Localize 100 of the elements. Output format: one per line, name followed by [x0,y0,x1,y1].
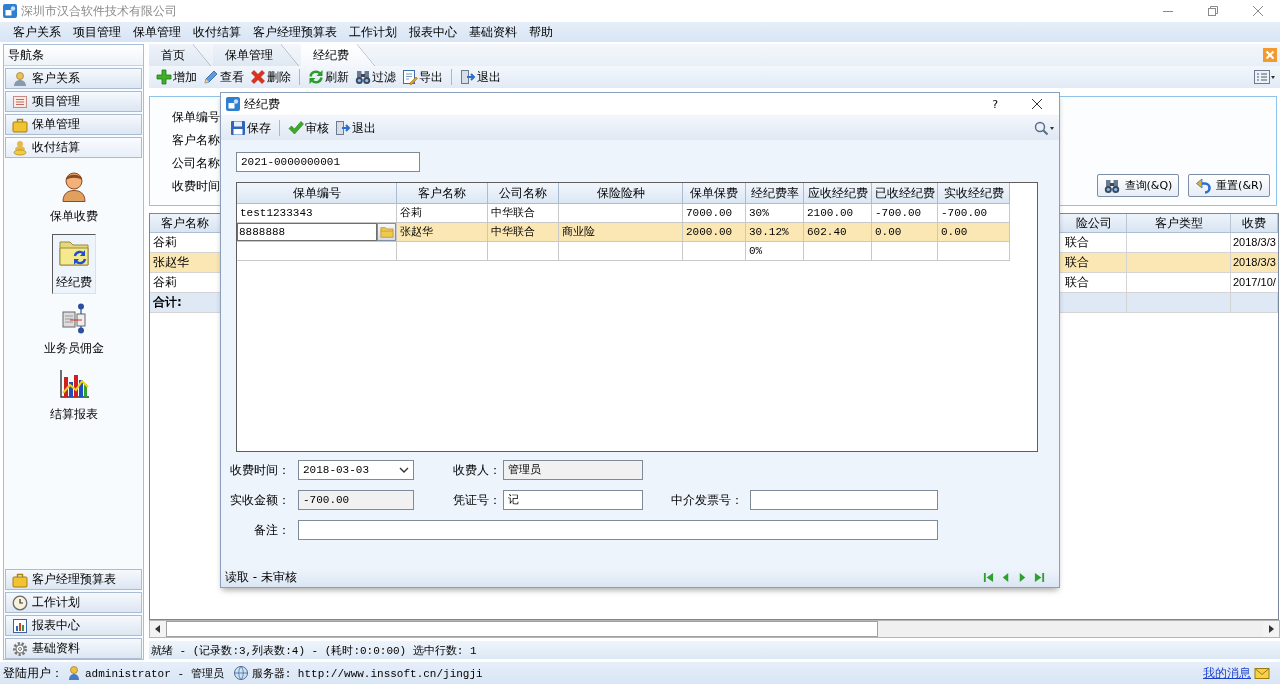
table-cell[interactable] [1127,253,1231,272]
plus-icon [156,69,172,85]
dialog-title: 经纪费 [244,95,281,113]
search-button[interactable]: 查询(&Q) [1097,174,1179,197]
person-icon [66,665,82,681]
column-header[interactable]: 已收经纪费 [872,183,938,203]
table-cell[interactable]: 联合 [1062,233,1127,252]
toolbar-button[interactable]: 审核 [285,118,332,138]
tab[interactable]: 首页 [149,44,211,66]
table-cell: 商业险 [559,223,683,241]
gear-icon [12,640,28,657]
panel-title: 导航条 [4,45,143,66]
table-row[interactable]: 8888888 张赵华 中华联合 商业险 2000.00 30.12% 602.40 0.00 0.00 [237,223,1010,242]
table-cell: 30% [746,204,804,222]
toolbar-button[interactable]: 保存 [227,118,274,138]
help-button[interactable]: ? [988,97,1002,111]
toolbar-button[interactable]: 增加 [153,67,200,87]
envelope-icon[interactable] [1254,665,1270,681]
column-header[interactable]: 收费 [1231,214,1278,232]
column-header[interactable]: 保单编号 [237,183,397,203]
list-view-icon[interactable] [1254,69,1276,85]
table-cell: 602.40 [804,223,872,241]
first-record-icon[interactable] [983,572,994,583]
restore-icon[interactable] [1207,6,1218,16]
column-header[interactable]: 公司名称 [488,183,559,203]
column-header[interactable]: 经纪费率 [746,183,804,203]
briefcase-icon [12,571,28,588]
column-header[interactable]: 应收经纪费 [804,183,872,203]
next-record-icon[interactable] [1017,572,1028,583]
input-field[interactable] [298,520,938,540]
bar-chart-icon [57,368,90,400]
window-title: 深圳市汉合软件技术有限公司 [21,2,178,20]
input-field[interactable] [750,490,938,510]
nav-section-button[interactable]: 保单管理 [5,114,142,135]
cross-icon [250,69,266,85]
table-cell[interactable]: 2018/3/3 [1231,233,1278,252]
toolbar-button[interactable]: 导出 [399,67,446,87]
nav-section-button[interactable]: 项目管理 [5,91,142,112]
readonly-field[interactable]: 管理员 [503,460,643,480]
nav-item[interactable]: 业务员佣金 [39,300,108,360]
pencil-icon [203,69,219,85]
table-cell: -700.00 [872,204,938,222]
scrollbar-thumb[interactable] [166,621,878,637]
menu-item[interactable]: 项目管理 [67,23,127,41]
toolbar-button[interactable]: 查看 [200,67,247,87]
column-header[interactable]: 客户名称 [397,183,488,203]
table-cell[interactable]: 张赵华 [150,253,221,272]
table-row[interactable]: 0% [237,242,1010,261]
toolbar-button[interactable]: 退出 [332,118,379,138]
column-header[interactable]: 保险险种 [559,183,683,203]
toolbar-button[interactable]: 退出 [457,67,504,87]
door-arrow-icon [460,69,476,85]
tab[interactable]: 保单管理 [213,44,299,66]
status-text: 读取 - 未审核 [225,569,297,586]
tab[interactable]: 经纪费 [301,44,375,66]
menu-item[interactable]: 帮助 [523,23,559,41]
menu-item[interactable]: 客户经理预算表 [247,23,343,41]
toolbar-button[interactable]: 刷新 [305,67,352,87]
user-name: administrator - 管理员 [85,666,224,681]
column-header[interactable]: 客户类型 [1127,214,1231,232]
last-record-icon[interactable] [1034,572,1045,583]
messages-link[interactable]: 我的消息 [1203,664,1251,682]
field-label: 客户名称 [172,132,220,149]
column-header[interactable]: 保单保费 [683,183,746,203]
table-cell[interactable]: 2018/3/3 [1231,253,1278,272]
nav-section-button[interactable]: 收付结算 [5,137,142,158]
readonly-field[interactable]: -700.00 [298,490,414,510]
menu-item[interactable]: 客户关系 [7,23,67,41]
menu-item[interactable]: 基础资料 [463,23,523,41]
table-cell[interactable]: 联合 [1062,253,1127,272]
input-field[interactable]: 8888888 [237,223,377,241]
horizontal-scrollbar[interactable] [149,620,1280,638]
dropdown-field[interactable]: 2018-03-03 [298,460,414,480]
menu-item[interactable]: 工作计划 [343,23,403,41]
close-icon[interactable] [1032,99,1042,109]
nav-section-button[interactable]: 基础资料 [5,638,142,659]
input-field[interactable]: 2021-0000000001 [236,152,420,172]
nav-section-button[interactable]: 客户关系 [5,68,142,89]
lookup-button[interactable] [377,223,396,241]
nav-section-button[interactable]: 工作计划 [5,592,142,613]
toolbar-button[interactable]: 删除 [247,67,294,87]
previous-record-icon[interactable] [1000,572,1011,583]
table-cell[interactable]: 联合 [1062,273,1127,292]
nav-section-button[interactable]: 报表中心 [5,615,142,636]
menu-item[interactable]: 收付结算 [187,23,247,41]
input-field[interactable]: 记 [503,490,643,510]
column-header[interactable]: 实收经纪费 [938,183,1010,203]
search-button[interactable]: 重置(&R) [1188,174,1270,197]
table-cell: 谷莉 [397,204,488,222]
table-cell[interactable]: 2017/10/ [1231,273,1278,292]
nav-item[interactable]: 经纪费 [51,234,96,294]
nav-section-button[interactable]: 客户经理预算表 [5,569,142,590]
toolbar-button[interactable]: 过滤 [352,67,399,87]
menu-item[interactable]: 报表中心 [403,23,463,41]
menu-item[interactable]: 保单管理 [127,23,187,41]
table-cell: 张赵华 [397,223,488,241]
nav-item[interactable]: 保单收费 [45,168,102,228]
nav-item[interactable]: 结算报表 [45,366,102,426]
column-header[interactable]: 险公司 [1062,214,1127,232]
magnifier-dropdown-icon[interactable] [1033,120,1055,136]
